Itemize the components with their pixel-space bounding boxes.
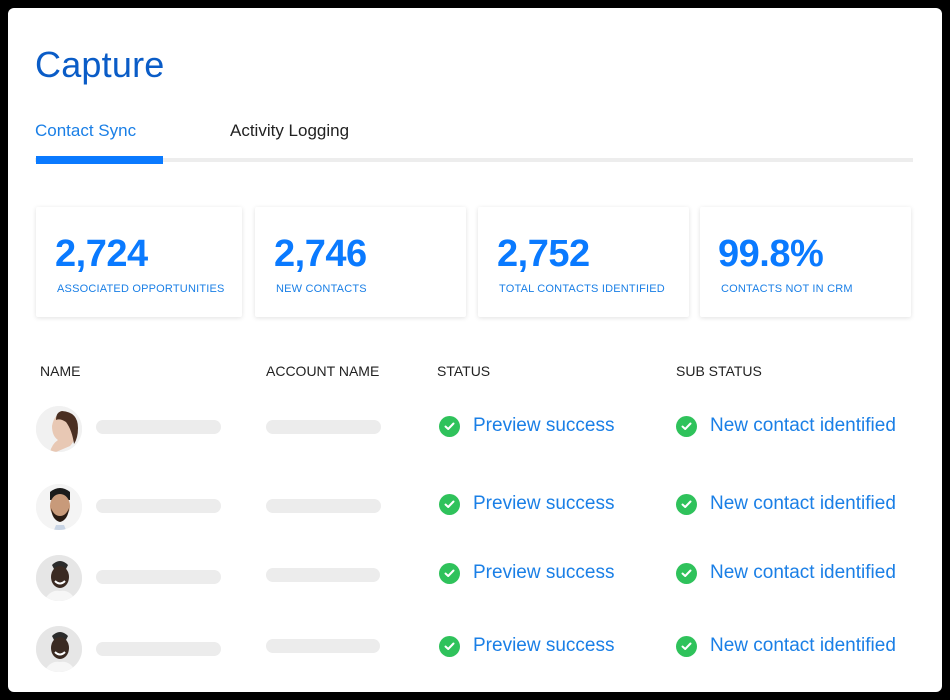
- sub-status: New contact identified: [676, 415, 896, 437]
- status-text: Preview success: [473, 415, 615, 436]
- sub-status-text: New contact identified: [710, 635, 896, 656]
- account-name-placeholder: [266, 639, 380, 653]
- sub-status-text: New contact identified: [710, 415, 896, 436]
- table-row[interactable]: Preview success New contact identified: [8, 404, 942, 454]
- active-tab-indicator: [36, 156, 163, 164]
- stat-card-new-contacts: 2,746 NEW CONTACTS: [255, 207, 466, 317]
- check-circle-icon: [676, 635, 697, 657]
- column-header-status: STATUS: [437, 363, 491, 379]
- status-text: Preview success: [473, 493, 615, 514]
- check-circle-icon: [676, 493, 697, 515]
- tab-activity-logging[interactable]: Activity Logging: [230, 121, 349, 141]
- tab-track: [35, 158, 913, 162]
- column-header-name: NAME: [40, 363, 81, 379]
- stat-label: ASSOCIATED OPPORTUNITIES: [57, 283, 225, 295]
- account-name-placeholder: [266, 420, 381, 434]
- avatar: [36, 555, 82, 601]
- sub-status: New contact identified: [676, 493, 896, 515]
- stat-value: 2,746: [274, 233, 367, 275]
- check-circle-icon: [439, 415, 460, 437]
- status-text: Preview success: [473, 635, 615, 656]
- stat-label: NEW CONTACTS: [276, 283, 367, 295]
- avatar: [36, 484, 82, 530]
- check-circle-icon: [676, 415, 697, 437]
- status-text: Preview success: [473, 562, 615, 583]
- stat-value: 99.8%: [718, 233, 824, 275]
- check-circle-icon: [439, 493, 460, 515]
- tab-contact-sync[interactable]: Contact Sync: [35, 121, 136, 141]
- tab-bar: Contact Sync Activity Logging: [35, 121, 913, 167]
- account-name-placeholder: [266, 499, 381, 513]
- status: Preview success: [439, 635, 615, 657]
- column-header-account-name: ACCOUNT NAME: [266, 363, 380, 379]
- column-header-sub-status: SUB STATUS: [676, 363, 762, 379]
- sub-status: New contact identified: [676, 635, 896, 657]
- check-circle-icon: [439, 562, 460, 584]
- stat-card-total-contacts-identified: 2,752 TOTAL CONTACTS IDENTIFIED: [478, 207, 689, 317]
- capture-panel: Capture Contact Sync Activity Logging 2,…: [8, 8, 942, 692]
- stat-label: TOTAL CONTACTS IDENTIFIED: [499, 283, 665, 295]
- stat-card-associated-opportunities: 2,724 ASSOCIATED OPPORTUNITIES: [36, 207, 242, 317]
- name-placeholder: [96, 570, 221, 584]
- avatar: [36, 406, 82, 452]
- stat-label: CONTACTS NOT IN CRM: [721, 283, 853, 295]
- sub-status-text: New contact identified: [710, 562, 896, 583]
- sub-status: New contact identified: [676, 562, 896, 584]
- account-name-placeholder: [266, 568, 380, 582]
- status: Preview success: [439, 493, 615, 515]
- status: Preview success: [439, 415, 615, 437]
- table-row[interactable]: Preview success New contact identified: [8, 626, 942, 679]
- stat-card-contacts-not-in-crm: 99.8% CONTACTS NOT IN CRM: [700, 207, 911, 317]
- name-placeholder: [96, 642, 221, 656]
- page-title: Capture: [35, 44, 165, 85]
- status: Preview success: [439, 562, 615, 584]
- sub-status-text: New contact identified: [710, 493, 896, 514]
- table-row[interactable]: Preview success New contact identified: [8, 482, 942, 532]
- stat-value: 2,724: [55, 233, 148, 275]
- check-circle-icon: [439, 635, 460, 657]
- table-row[interactable]: Preview success New contact identified: [8, 553, 942, 603]
- avatar: [36, 626, 82, 672]
- stat-value: 2,752: [497, 233, 590, 275]
- name-placeholder: [96, 420, 221, 434]
- check-circle-icon: [676, 562, 697, 584]
- name-placeholder: [96, 499, 221, 513]
